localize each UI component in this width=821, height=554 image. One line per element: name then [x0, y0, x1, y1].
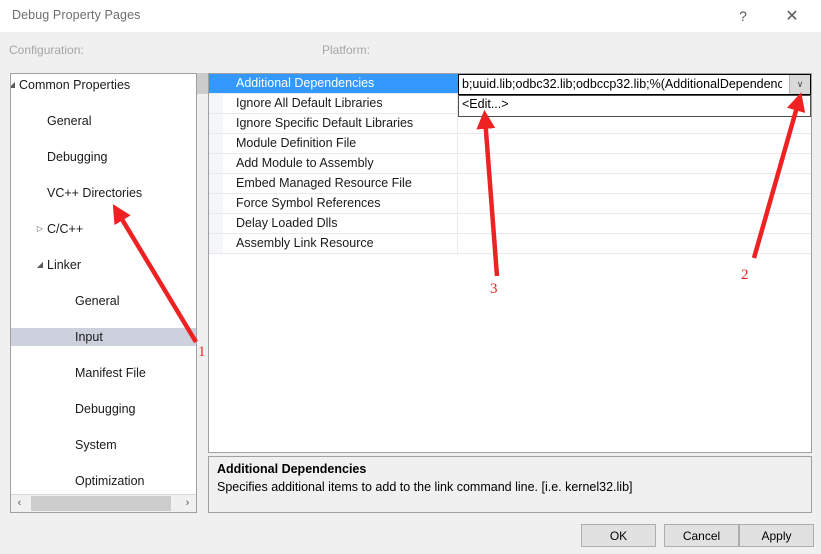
help-icon[interactable]: ?	[722, 0, 764, 32]
property-row[interactable]: Ignore Specific Default Libraries	[209, 114, 811, 134]
tree-item-vc-directories[interactable]: VC++ Directories	[11, 184, 196, 202]
scroll-left-icon[interactable]: ‹	[11, 495, 28, 512]
annotation-label-1: 1	[198, 344, 206, 360]
property-grid[interactable]: Additional Dependencies Ignore All Defaul…	[208, 73, 812, 453]
property-row[interactable]: Add Module to Assembly	[209, 154, 811, 174]
dropdown-item-edit[interactable]: <Edit...>	[462, 97, 509, 111]
description-text: Specifies additional items to add to the…	[217, 480, 633, 494]
apply-button[interactable]: Apply	[739, 524, 814, 547]
row-gutter	[209, 114, 223, 133]
additional-dependencies-value[interactable]: b;uuid.lib;odbc32.lib;odbccp32.lib;%(Add…	[462, 77, 782, 91]
row-gutter	[209, 174, 223, 193]
property-row[interactable]: Assembly Link Resource	[209, 234, 811, 254]
chevron-down-icon[interactable]: ∨	[789, 75, 810, 94]
tree-item-general[interactable]: General	[11, 292, 196, 310]
ok-button[interactable]: OK	[581, 524, 656, 547]
expander-open-icon[interactable]: ◢	[33, 256, 47, 274]
property-row[interactable]: Embed Managed Resource File	[209, 174, 811, 194]
property-row[interactable]: Delay Loaded Dlls	[209, 214, 811, 234]
property-name[interactable]: Ignore Specific Default Libraries	[223, 114, 458, 133]
property-value[interactable]	[458, 174, 811, 193]
cancel-button[interactable]: Cancel	[664, 524, 739, 547]
editor-dropdown-list[interactable]: <Edit...>	[458, 95, 811, 117]
property-value[interactable]	[458, 154, 811, 173]
tree-item-debugging[interactable]: Debugging	[11, 148, 196, 166]
description-title: Additional Dependencies	[217, 462, 367, 476]
configuration-label: Configuration:	[9, 43, 84, 57]
annotation-label-2: 2	[741, 267, 749, 283]
window-title: Debug Property Pages	[12, 8, 141, 22]
tree-item-optimization[interactable]: Optimization	[11, 472, 196, 490]
title-bar: Debug Property Pages ? ✕	[0, 0, 821, 33]
tree-item-input[interactable]: Input	[11, 328, 196, 346]
tree-item-c-c[interactable]: ▷ C/C++	[11, 220, 196, 238]
platform-label: Platform:	[322, 43, 371, 57]
tree-item-label: Linker	[47, 258, 82, 272]
property-name[interactable]: Force Symbol References	[223, 194, 458, 213]
tree-item-label: Input	[75, 330, 103, 344]
tree-item-label: General	[75, 294, 120, 308]
row-gutter	[209, 74, 223, 93]
property-row[interactable]: Force Symbol References	[209, 194, 811, 214]
property-value[interactable]	[458, 234, 811, 253]
tree-item-debugging[interactable]: Debugging	[11, 400, 196, 418]
properties-tree[interactable]: ◢Common PropertiesGeneralDebuggingVC++ D…	[10, 73, 197, 513]
property-value[interactable]	[458, 214, 811, 233]
scrollbar-thumb[interactable]	[31, 496, 171, 511]
property-name[interactable]: Embed Managed Resource File	[223, 174, 458, 193]
additional-dependencies-editor[interactable]: b;uuid.lib;odbc32.lib;odbccp32.lib;%(Add…	[458, 74, 811, 95]
property-name[interactable]: Ignore All Default Libraries	[223, 94, 458, 113]
tree-item-general[interactable]: General	[11, 112, 196, 130]
description-panel: Additional Dependencies Specifies additi…	[208, 456, 812, 513]
annotation-label-3: 3	[490, 281, 498, 297]
tree-item-label: General	[47, 114, 92, 128]
property-row[interactable]: Module Definition File	[209, 134, 811, 154]
property-name[interactable]: Add Module to Assembly	[223, 154, 458, 173]
tree-item-label: VC++ Directories	[47, 186, 143, 200]
expander-closed-icon[interactable]: ▷	[33, 220, 47, 238]
tree-item-label: Common Properties	[19, 78, 131, 92]
property-name[interactable]: Module Definition File	[223, 134, 458, 153]
scroll-right-icon[interactable]: ›	[179, 495, 196, 512]
tree-item-manifest-file[interactable]: Manifest File	[11, 364, 196, 382]
tree-item-label: Manifest File	[75, 366, 146, 380]
expander-open-icon[interactable]: ◢	[11, 76, 19, 94]
tree-item-label: System	[75, 438, 117, 452]
tree-item-common-properties[interactable]: ◢Common Properties	[11, 76, 196, 94]
property-value[interactable]	[458, 194, 811, 213]
tree-item-list: ◢Common PropertiesGeneralDebuggingVC++ D…	[11, 74, 196, 512]
tree-item-label: Debugging	[47, 150, 108, 164]
row-gutter	[209, 134, 223, 153]
row-gutter	[209, 154, 223, 173]
tree-item-linker[interactable]: ◢ Linker	[11, 256, 196, 274]
tree-item-system[interactable]: System	[11, 436, 196, 454]
row-gutter	[209, 194, 223, 213]
property-value[interactable]	[458, 134, 811, 153]
property-name[interactable]: Additional Dependencies	[223, 74, 458, 93]
property-name[interactable]: Assembly Link Resource	[223, 234, 458, 253]
configuration-bar: Configuration: N/A ∨ Platform: N/A ∨ Con…	[0, 32, 821, 95]
tree-item-label: C/C++	[47, 222, 84, 236]
close-icon[interactable]: ✕	[771, 0, 813, 32]
tree-item-label: Debugging	[75, 402, 136, 416]
row-gutter	[209, 94, 223, 113]
row-gutter	[209, 234, 223, 253]
row-gutter	[209, 214, 223, 233]
tree-item-label: Optimization	[75, 474, 145, 488]
tree-horizontal-scrollbar[interactable]: ‹ ›	[11, 494, 196, 512]
property-name[interactable]: Delay Loaded Dlls	[223, 214, 458, 233]
